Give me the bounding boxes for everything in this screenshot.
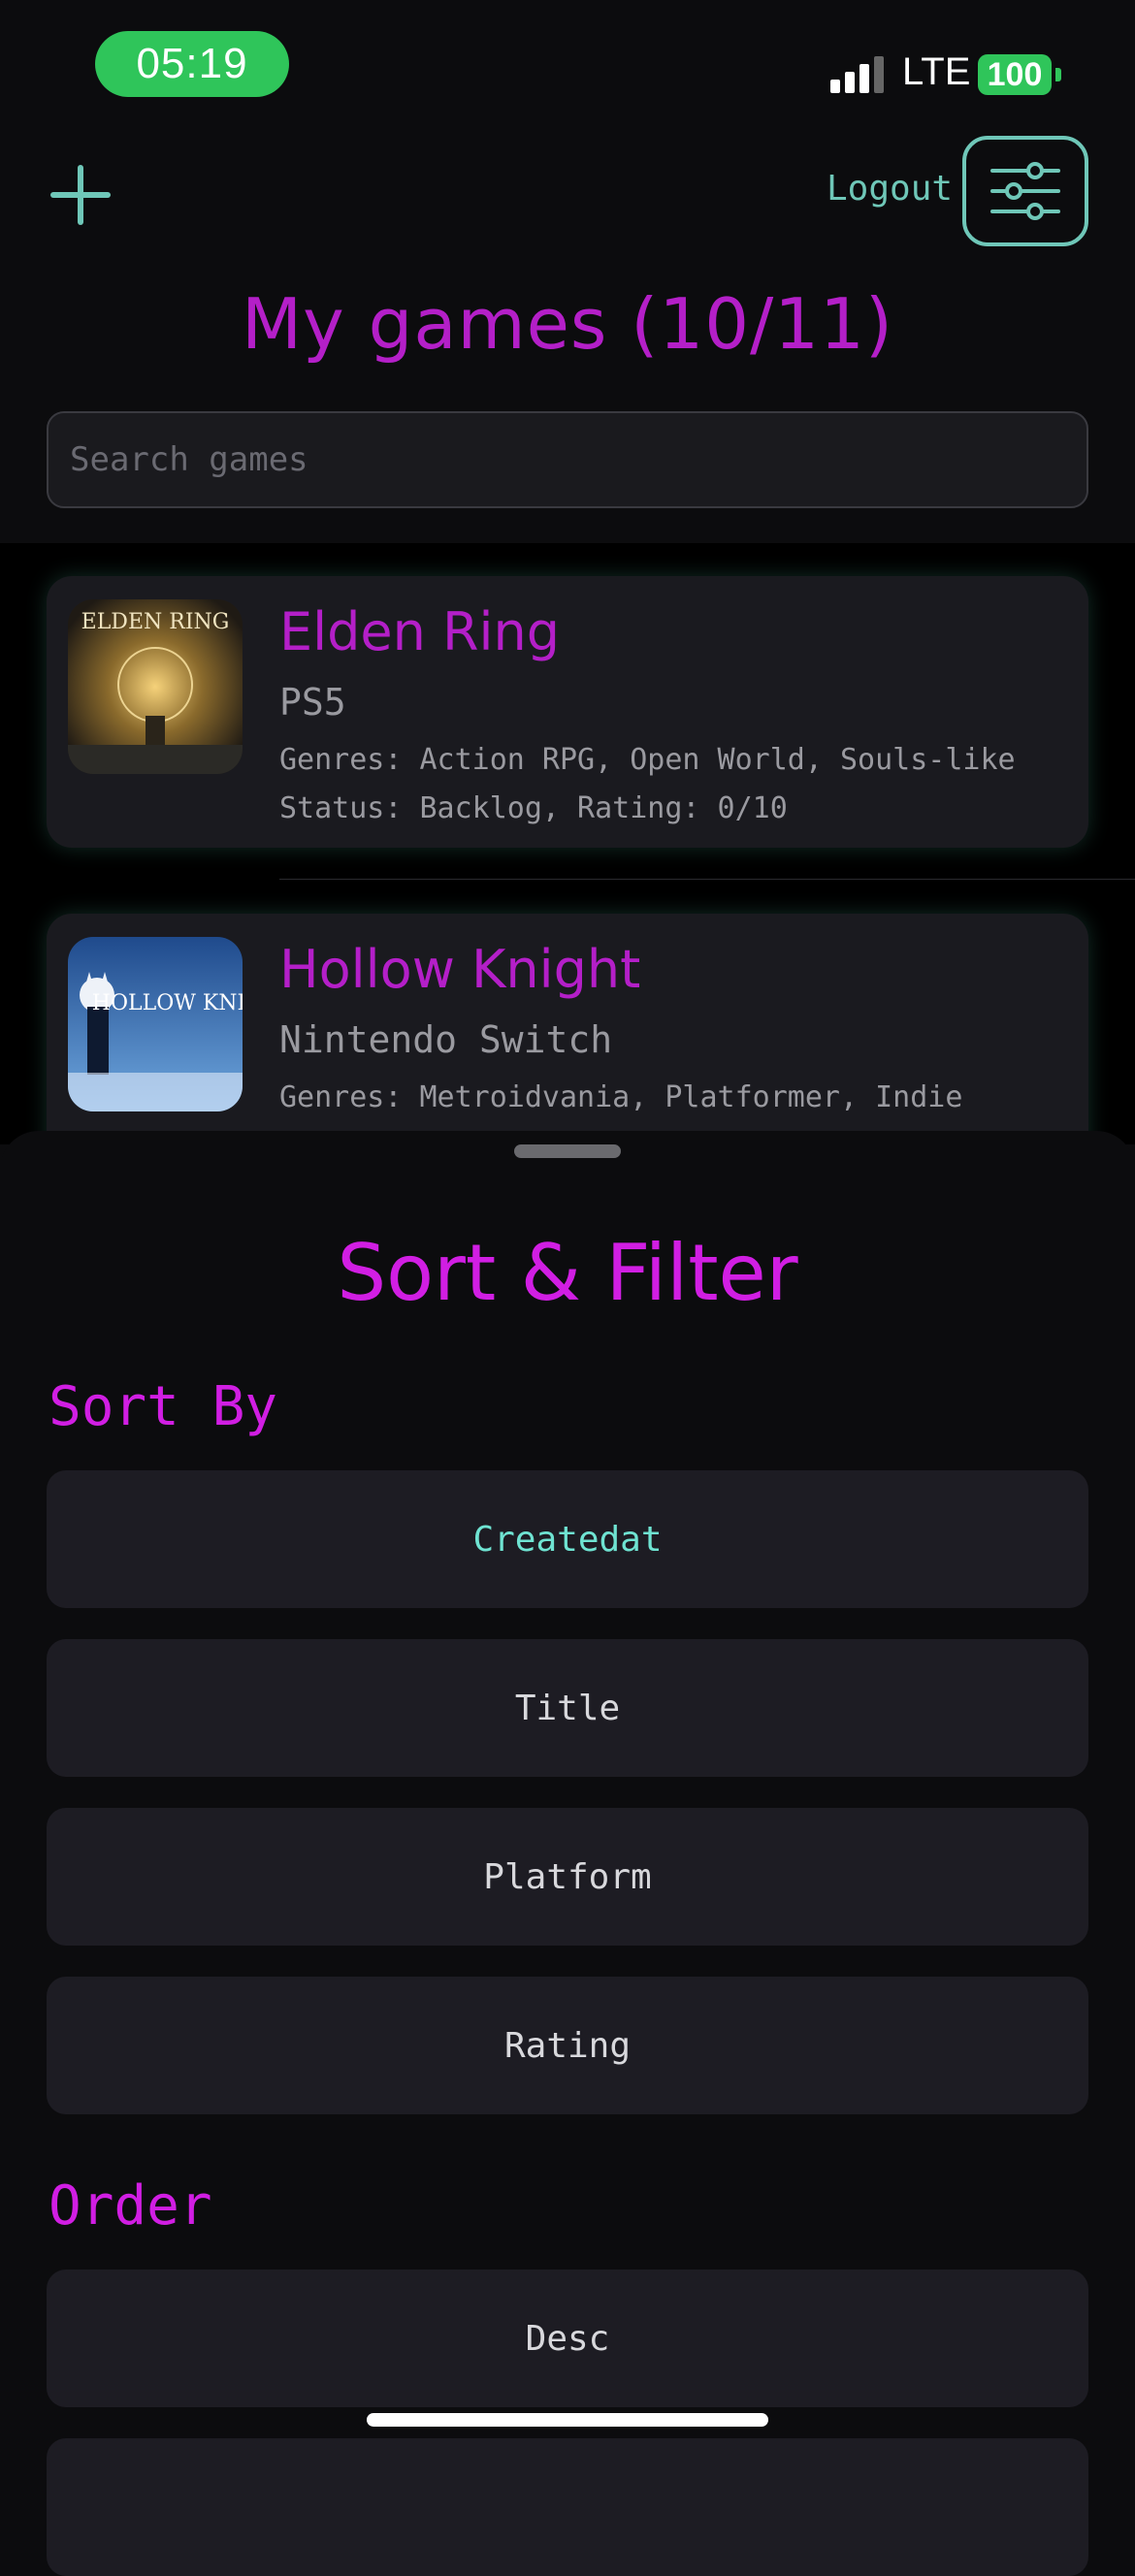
battery-icon: 100 — [978, 54, 1052, 95]
sort-option-rating[interactable]: Rating — [47, 1977, 1088, 2114]
game-cover-image: ELDEN RING — [68, 599, 243, 774]
order-label: Order — [49, 2174, 212, 2238]
sheet-title: Sort & Filter — [337, 1228, 798, 1318]
home-indicator[interactable] — [367, 2413, 768, 2427]
status-bar: 05:19 LTE 100 — [0, 0, 1135, 126]
header: Logout My games (10/11) Search games — [0, 126, 1135, 543]
cover-logo-text: HOLLOW KNI — [92, 991, 243, 1015]
list-divider — [279, 879, 1135, 880]
filter-button[interactable] — [962, 136, 1088, 246]
battery-tip — [1055, 68, 1061, 81]
sort-option-title[interactable]: Title — [47, 1639, 1088, 1777]
add-game-button[interactable] — [50, 165, 111, 225]
sort-option-createdat[interactable]: Createdat — [47, 1470, 1088, 1608]
game-card[interactable]: HOLLOW KNI Hollow Knight Nintendo Switch… — [47, 914, 1088, 1144]
sort-by-label: Sort By — [49, 1375, 278, 1438]
game-status: Status: Backlog, Rating: 0/10 — [279, 791, 788, 825]
game-card[interactable]: ELDEN RING Elden Ring PS5 Genres: Action… — [47, 576, 1088, 848]
page-title: My games (10/11) — [242, 283, 893, 365]
game-platform: Nintendo Switch — [279, 1018, 613, 1061]
sort-option-platform[interactable]: Platform — [47, 1808, 1088, 1946]
logout-button[interactable]: Logout — [827, 169, 953, 209]
sliders-icon — [990, 162, 1060, 220]
game-list[interactable]: ELDEN RING Elden Ring PS5 Genres: Action… — [0, 543, 1135, 1144]
sheet-grabber-handle[interactable] — [514, 1144, 621, 1158]
game-cover-image: HOLLOW KNI — [68, 937, 243, 1111]
sort-filter-sheet[interactable]: Sort & Filter Sort By Createdat Title Pl… — [0, 1131, 1135, 2576]
cover-logo-text: ELDEN RING — [81, 610, 230, 634]
game-title: Hollow Knight — [279, 939, 641, 1000]
game-genres: Genres: Metroidvania, Platformer, Indie — [279, 1080, 963, 1114]
signal-icon — [830, 56, 889, 93]
game-title: Elden Ring — [279, 601, 561, 662]
status-time: 05:19 — [95, 31, 289, 97]
game-genres: Genres: Action RPG, Open World, Souls-li… — [279, 743, 1016, 777]
search-input[interactable]: Search games — [47, 411, 1088, 508]
network-type: LTE — [902, 50, 971, 93]
game-platform: PS5 — [279, 681, 346, 724]
order-option-next[interactable] — [47, 2438, 1088, 2576]
order-option-desc[interactable]: Desc — [47, 2270, 1088, 2407]
